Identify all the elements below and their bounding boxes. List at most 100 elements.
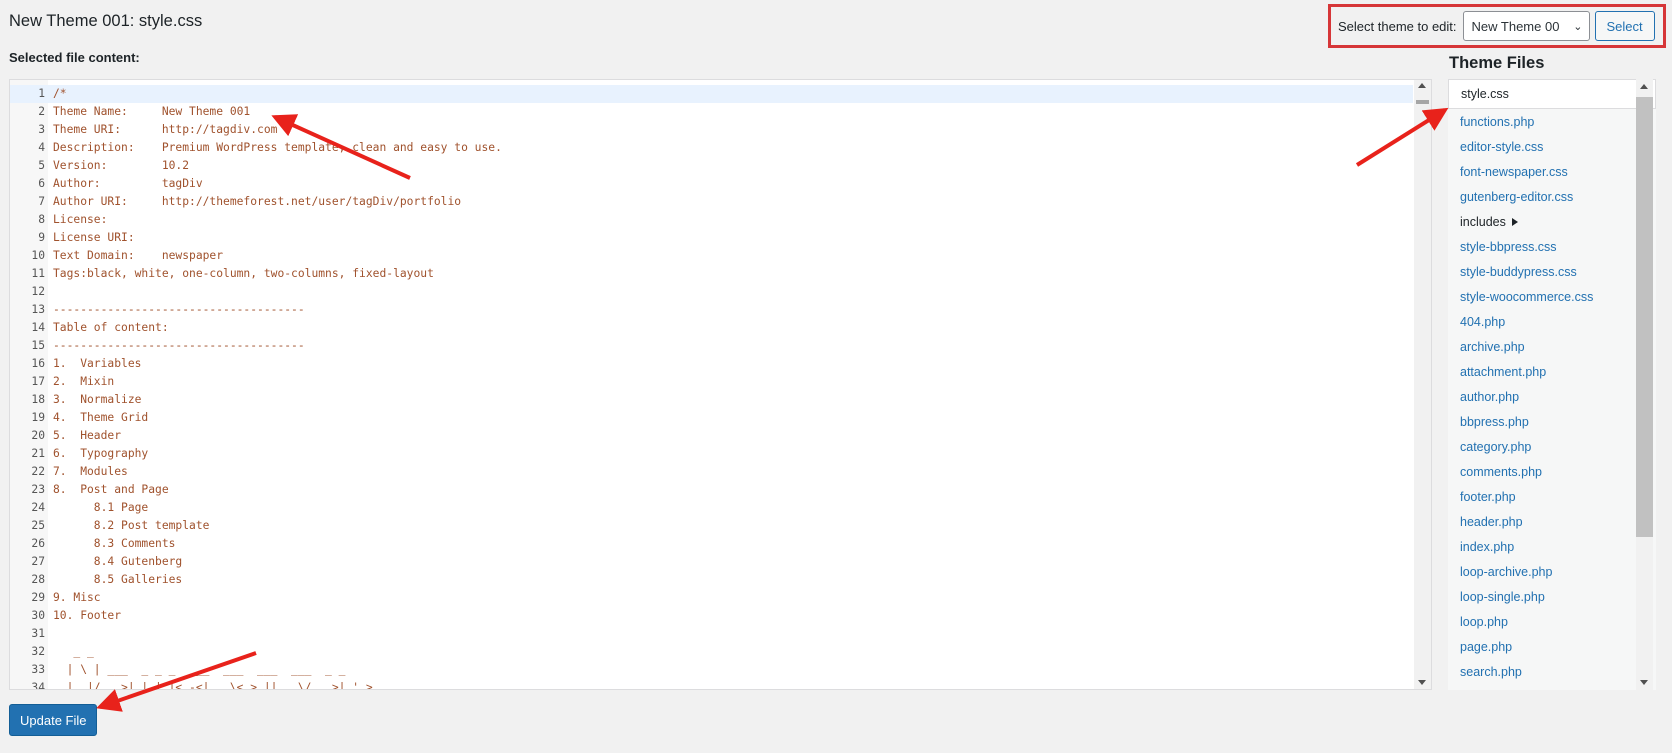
file-label: loop-archive.php	[1460, 565, 1553, 579]
file-list-item[interactable]: font-newspaper.css	[1448, 160, 1656, 185]
update-file-button[interactable]: Update File	[9, 704, 98, 736]
code-line[interactable]: 22 7. Modules	[10, 463, 1413, 481]
scroll-down-icon[interactable]	[1640, 680, 1648, 685]
file-list-item[interactable]: functions.php	[1448, 110, 1656, 135]
code-line[interactable]: 24 8.1 Page	[10, 499, 1413, 517]
code-line[interactable]: 30 10. Footer	[10, 607, 1413, 625]
code-line[interactable]: 8 License:	[10, 211, 1413, 229]
code-line[interactable]: 15 -------------------------------------	[10, 337, 1413, 355]
file-list-item[interactable]: category.php	[1448, 435, 1656, 460]
file-list-item[interactable]: style-woocommerce.css	[1448, 285, 1656, 310]
editor-scrollbar[interactable]	[1414, 80, 1431, 689]
line-number: 10	[31, 249, 45, 262]
code-line[interactable]: 7 Author URI: http://themeforest.net/user…	[10, 193, 1413, 211]
line-number: 11	[31, 267, 45, 280]
code-line[interactable]: 26 8.3 Comments	[10, 535, 1413, 553]
file-list-item[interactable]: loop.php	[1448, 610, 1656, 635]
file-list-item[interactable]: bbpress.php	[1448, 410, 1656, 435]
scroll-up-icon[interactable]	[1640, 84, 1648, 89]
code-text: /*	[53, 87, 67, 100]
code-line[interactable]: 18 3. Normalize	[10, 391, 1413, 409]
code-line[interactable]: 19 4. Theme Grid	[10, 409, 1413, 427]
file-list-item[interactable]: style-buddypress.css	[1448, 260, 1656, 285]
file-list-item[interactable]: gutenberg-editor.css	[1448, 185, 1656, 210]
code-text: Version: 10.2	[53, 159, 190, 172]
code-line[interactable]: 29 9. Misc	[10, 589, 1413, 607]
code-line[interactable]: 31	[10, 625, 1413, 643]
file-list-item[interactable]: 404.php	[1448, 310, 1656, 335]
line-number: 20	[31, 429, 45, 442]
file-list-item[interactable]: footer.php	[1448, 485, 1656, 510]
code-line[interactable]: 16 1. Variables	[10, 355, 1413, 373]
code-line[interactable]: 3 Theme URI: http://tagdiv.com	[10, 121, 1413, 139]
scroll-down-icon[interactable]	[1418, 680, 1426, 685]
file-list-item[interactable]: search.php	[1448, 660, 1656, 685]
code-line[interactable]: 4 Description: Premium WordPress template…	[10, 139, 1413, 157]
code-line[interactable]: 25 8.2 Post template	[10, 517, 1413, 535]
code-line[interactable]: 14 Table of content:	[10, 319, 1413, 337]
theme-select-value: New Theme 00	[1471, 18, 1560, 34]
file-content-label: Selected file content:	[9, 50, 140, 65]
code-text: 4. Theme Grid	[53, 411, 149, 424]
line-number: 30	[31, 609, 45, 622]
file-list-item[interactable]: loop-single.php	[1448, 585, 1656, 610]
file-label: author.php	[1460, 390, 1520, 404]
code-line[interactable]: 9 License URI:	[10, 229, 1413, 247]
file-list-item[interactable]: archive.php	[1448, 335, 1656, 360]
code-line[interactable]: 27 8.4 Gutenberg	[10, 553, 1413, 571]
code-line[interactable]: 2 Theme Name: New Theme 001	[10, 103, 1413, 121]
editor-scroll-thumb[interactable]	[1416, 100, 1429, 104]
code-line[interactable]: 34 | |/ . >| | | |< -<| . \< > || . \/ .…	[10, 679, 1413, 690]
file-label: comments.php	[1460, 465, 1542, 479]
line-number: 1	[38, 87, 45, 100]
code-text: 1. Variables	[53, 357, 142, 370]
code-text: _ _	[53, 645, 94, 658]
file-folder-item[interactable]: includes	[1448, 210, 1656, 235]
file-label: loop-single.php	[1460, 590, 1545, 604]
code-line[interactable]: 10 Text Domain: newspaper	[10, 247, 1413, 265]
line-number: 8	[38, 213, 45, 226]
scroll-up-icon[interactable]	[1418, 83, 1426, 88]
file-list-item[interactable]: author.php	[1448, 385, 1656, 410]
code-line[interactable]: 32 _ _	[10, 643, 1413, 661]
file-list-item[interactable]: loop-archive.php	[1448, 560, 1656, 585]
code-line[interactable]: 11 Tags:black, white, one-column, two-col…	[10, 265, 1413, 283]
code-line[interactable]: 12	[10, 283, 1413, 301]
file-list-item[interactable]: editor-style.css	[1448, 135, 1656, 160]
code-line[interactable]: 20 5. Header	[10, 427, 1413, 445]
code-line[interactable]: 13 -------------------------------------	[10, 301, 1413, 319]
file-label: 404.php	[1460, 315, 1506, 329]
select-theme-button[interactable]: Select	[1594, 11, 1655, 41]
code-text: -------------------------------------	[53, 339, 305, 352]
file-label: page.php	[1460, 640, 1513, 654]
theme-select-dropdown[interactable]: New Theme 00 ⌄	[1462, 11, 1590, 41]
code-line[interactable]: 1 /*	[10, 85, 1413, 103]
file-list-item[interactable]: attachment.php	[1448, 360, 1656, 385]
file-list-item[interactable]: style-bbpress.css	[1448, 235, 1656, 260]
line-number: 26	[31, 537, 45, 550]
files-scroll-thumb[interactable]	[1636, 97, 1653, 537]
line-number: 16	[31, 357, 45, 370]
line-number: 21	[31, 447, 45, 460]
file-list-item[interactable]: style.css	[1448, 79, 1656, 109]
file-label: footer.php	[1460, 490, 1516, 504]
files-scrollbar[interactable]	[1636, 79, 1653, 690]
file-list-item[interactable]: header.php	[1448, 510, 1656, 535]
code-editor[interactable]: 1 /* 2 Theme Name: New Theme 001 3 Theme URI:…	[9, 79, 1432, 690]
code-line[interactable]: 21 6. Typography	[10, 445, 1413, 463]
code-lines: 1 /* 2 Theme Name: New Theme 001 3 Theme URI:…	[10, 85, 1413, 690]
code-text: 7. Modules	[53, 465, 128, 478]
file-label: includes	[1460, 215, 1506, 229]
code-line[interactable]: 17 2. Mixin	[10, 373, 1413, 391]
file-list-item[interactable]: index.php	[1448, 535, 1656, 560]
code-line[interactable]: 28 8.5 Galleries	[10, 571, 1413, 589]
line-number: 34	[31, 681, 45, 690]
file-label: search.php	[1460, 665, 1522, 679]
file-list-item[interactable]: page.php	[1448, 635, 1656, 660]
file-list-item[interactable]: comments.php	[1448, 460, 1656, 485]
code-line[interactable]: 33 | \ | ___ _ _ _ ___ ___ ___ ___ _ _	[10, 661, 1413, 679]
line-number: 13	[31, 303, 45, 316]
code-line[interactable]: 23 8. Post and Page	[10, 481, 1413, 499]
code-line[interactable]: 6 Author: tagDiv	[10, 175, 1413, 193]
code-line[interactable]: 5 Version: 10.2	[10, 157, 1413, 175]
